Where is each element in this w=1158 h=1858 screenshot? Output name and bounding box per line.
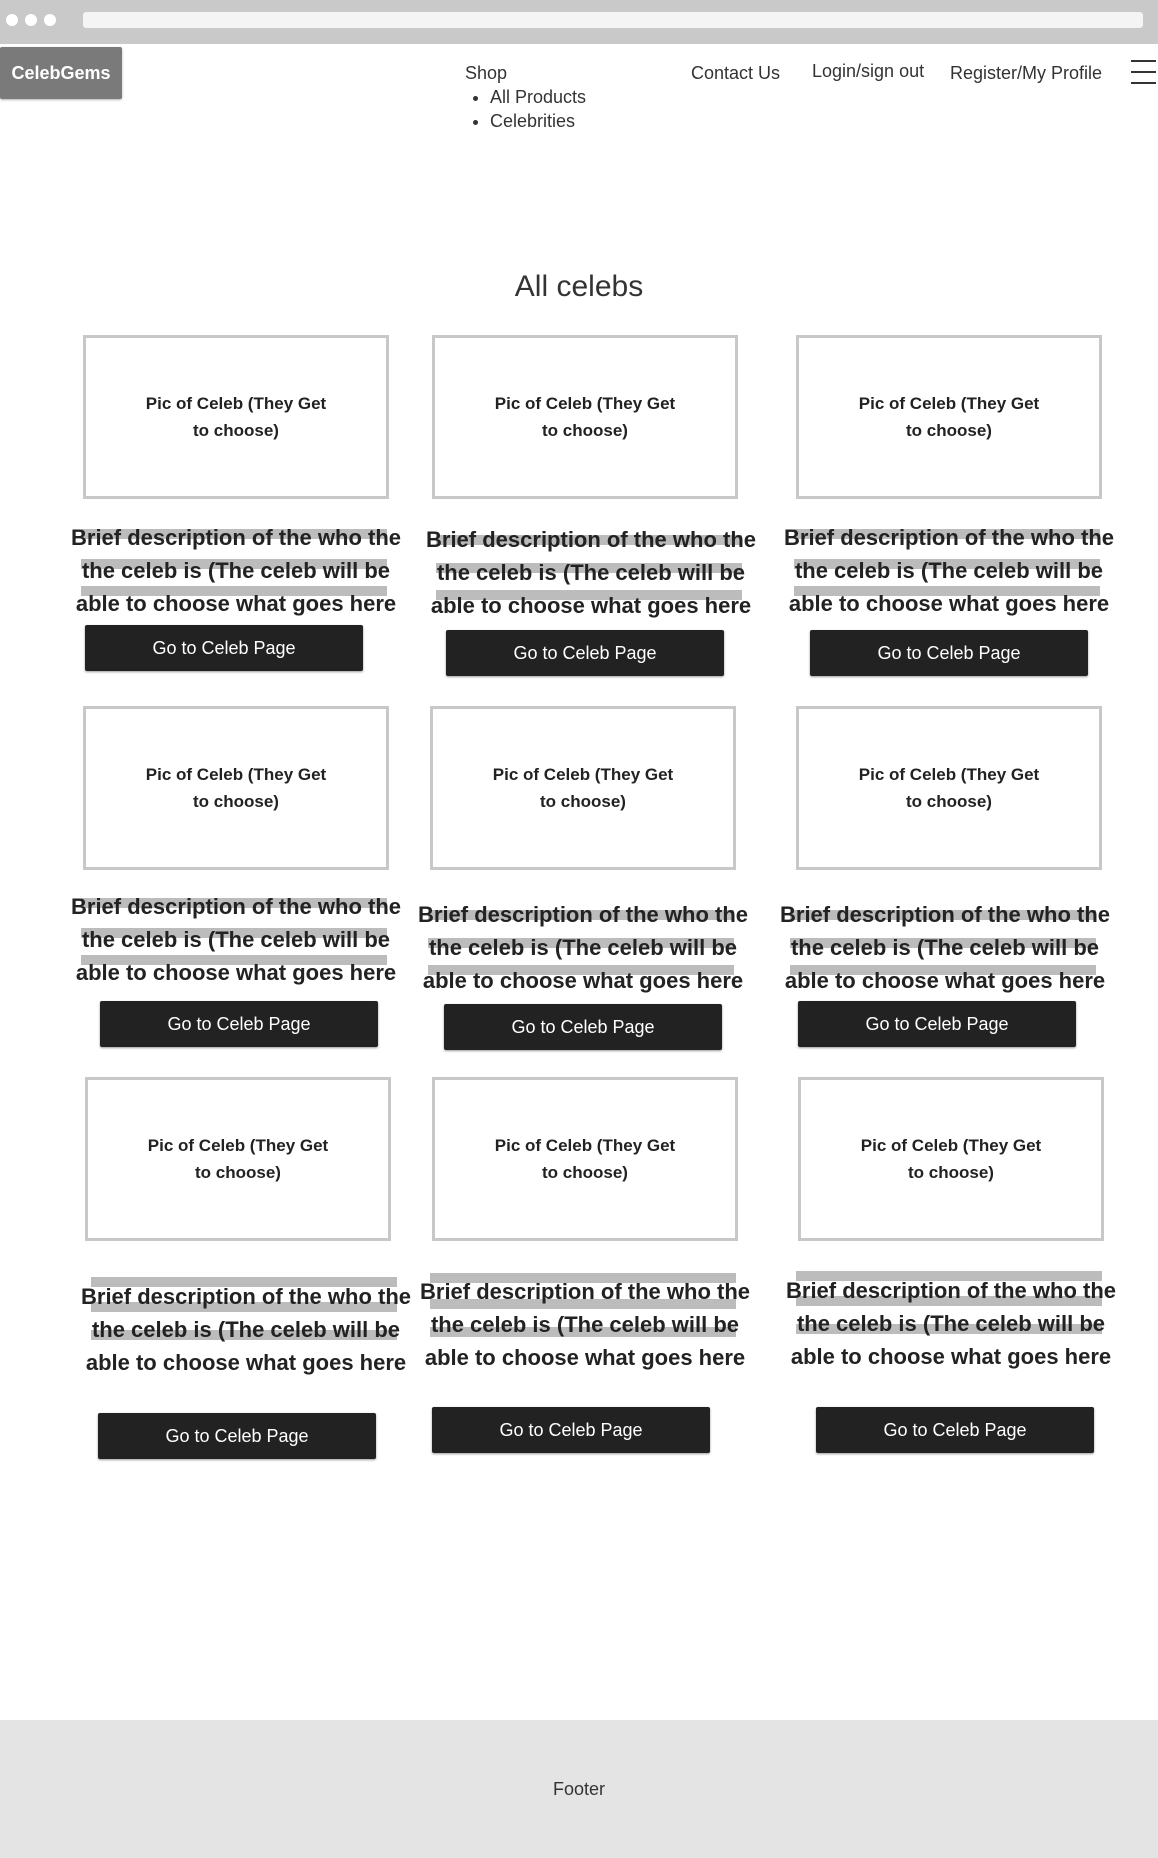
window-dot-icon[interactable] [25, 14, 37, 26]
celeb-card: Pic of Celeb (They Get to choose) Brief … [71, 335, 411, 695]
go-to-celeb-page-button[interactable]: Go to Celeb Page [446, 630, 724, 676]
page-title: All celebs [514, 270, 644, 303]
go-to-celeb-page-button[interactable]: Go to Celeb Page [798, 1001, 1076, 1047]
go-to-celeb-page-button[interactable]: Go to Celeb Page [444, 1004, 722, 1050]
shop-submenu: All Products Celebrities [470, 85, 586, 133]
go-to-celeb-page-button[interactable]: Go to Celeb Page [100, 1001, 378, 1047]
celeb-description-text: Brief description of the who the the cel… [71, 525, 402, 616]
celeb-card: Pic of Celeb (They Get to choose) Brief … [420, 1077, 760, 1453]
celeb-picture-label: Pic of Celeb (They Get to choose) [494, 1136, 676, 1182]
go-to-celeb-page-button[interactable]: Go to Celeb Page [98, 1413, 376, 1459]
celeb-picture[interactable]: Pic of Celeb (They Get to choose) [796, 706, 1102, 870]
celeb-card: Pic of Celeb (They Get to choose) Brief … [73, 1077, 413, 1459]
celeb-picture[interactable]: Pic of Celeb (They Get to choose) [83, 335, 389, 499]
celeb-card: Pic of Celeb (They Get to choose) Brief … [784, 335, 1124, 695]
celeb-description-text: Brief description of the who the the cel… [784, 525, 1115, 616]
window-controls [6, 14, 56, 26]
nav-register[interactable]: Register/My Profile [950, 63, 1102, 84]
footer: Footer [0, 1720, 1158, 1858]
celeb-card: Pic of Celeb (They Get to choose) Brief … [786, 1077, 1126, 1453]
celeb-description-text: Brief description of the who the the cel… [786, 1278, 1117, 1369]
celeb-picture-label: Pic of Celeb (They Get to choose) [860, 1136, 1042, 1182]
celeb-card: Pic of Celeb (They Get to choose) Brief … [71, 706, 411, 1066]
celeb-picture-label: Pic of Celeb (They Get to choose) [145, 394, 327, 440]
celeb-card: Pic of Celeb (They Get to choose) Brief … [420, 335, 760, 695]
window-dot-icon[interactable] [6, 14, 18, 26]
celeb-description-text: Brief description of the who the the cel… [81, 1284, 412, 1375]
celeb-description: Brief description of the who the the cel… [71, 890, 401, 989]
celeb-picture[interactable]: Pic of Celeb (They Get to choose) [83, 706, 389, 870]
celeb-picture-label: Pic of Celeb (They Get to choose) [858, 394, 1040, 440]
celeb-picture[interactable]: Pic of Celeb (They Get to choose) [85, 1077, 391, 1241]
celeb-description-text: Brief description of the who the the cel… [780, 902, 1111, 993]
celeb-description-text: Brief description of the who the the cel… [418, 902, 749, 993]
window-dot-icon[interactable] [44, 14, 56, 26]
go-to-celeb-page-button[interactable]: Go to Celeb Page [810, 630, 1088, 676]
hamburger-menu-icon[interactable] [1131, 60, 1156, 86]
celeb-picture[interactable]: Pic of Celeb (They Get to choose) [798, 1077, 1104, 1241]
nav-shop[interactable]: Shop [465, 63, 507, 84]
celeb-description-text: Brief description of the who the the cel… [420, 1279, 751, 1370]
nav-celebrities[interactable]: Celebrities [490, 109, 586, 133]
site-logo[interactable]: CelebGems [0, 47, 122, 99]
celeb-description: Brief description of the who the the cel… [784, 521, 1114, 620]
celeb-card: Pic of Celeb (They Get to choose) Brief … [780, 706, 1124, 1066]
celeb-picture[interactable]: Pic of Celeb (They Get to choose) [432, 1077, 738, 1241]
footer-text: Footer [552, 1778, 606, 1799]
celeb-picture-label: Pic of Celeb (They Get to choose) [858, 765, 1040, 811]
celeb-picture-label: Pic of Celeb (They Get to choose) [147, 1136, 329, 1182]
nav-all-products[interactable]: All Products [490, 85, 586, 109]
go-to-celeb-page-button[interactable]: Go to Celeb Page [816, 1407, 1094, 1453]
nav-login[interactable]: Login/sign out [812, 61, 924, 82]
celeb-picture[interactable]: Pic of Celeb (They Get to choose) [432, 335, 738, 499]
celeb-description-text: Brief description of the who the the cel… [71, 894, 402, 985]
celeb-description: Brief description of the who the the cel… [426, 523, 756, 622]
go-to-celeb-page-button[interactable]: Go to Celeb Page [432, 1407, 710, 1453]
celeb-card: Pic of Celeb (They Get to choose) Brief … [418, 706, 758, 1066]
browser-chrome [0, 0, 1158, 44]
celeb-description: Brief description of the who the the cel… [71, 521, 401, 620]
celeb-picture-label: Pic of Celeb (They Get to choose) [492, 765, 674, 811]
celeb-picture-label: Pic of Celeb (They Get to choose) [494, 394, 676, 440]
celeb-picture-label: Pic of Celeb (They Get to choose) [145, 765, 327, 811]
celeb-description: Brief description of the who the the cel… [780, 898, 1110, 997]
nav-contact-us[interactable]: Contact Us [691, 63, 780, 84]
celeb-description: Brief description of the who the the cel… [420, 1273, 751, 1374]
go-to-celeb-page-button[interactable]: Go to Celeb Page [85, 625, 363, 671]
celeb-description-text: Brief description of the who the the cel… [426, 527, 757, 618]
celeb-description: Brief description of the who the the cel… [786, 1271, 1117, 1373]
celeb-picture[interactable]: Pic of Celeb (They Get to choose) [796, 335, 1102, 499]
address-bar[interactable] [83, 12, 1143, 28]
celeb-picture[interactable]: Pic of Celeb (They Get to choose) [430, 706, 736, 870]
celeb-description: Brief description of the who the the cel… [418, 898, 748, 997]
celeb-description: Brief description of the who the the cel… [81, 1277, 412, 1379]
